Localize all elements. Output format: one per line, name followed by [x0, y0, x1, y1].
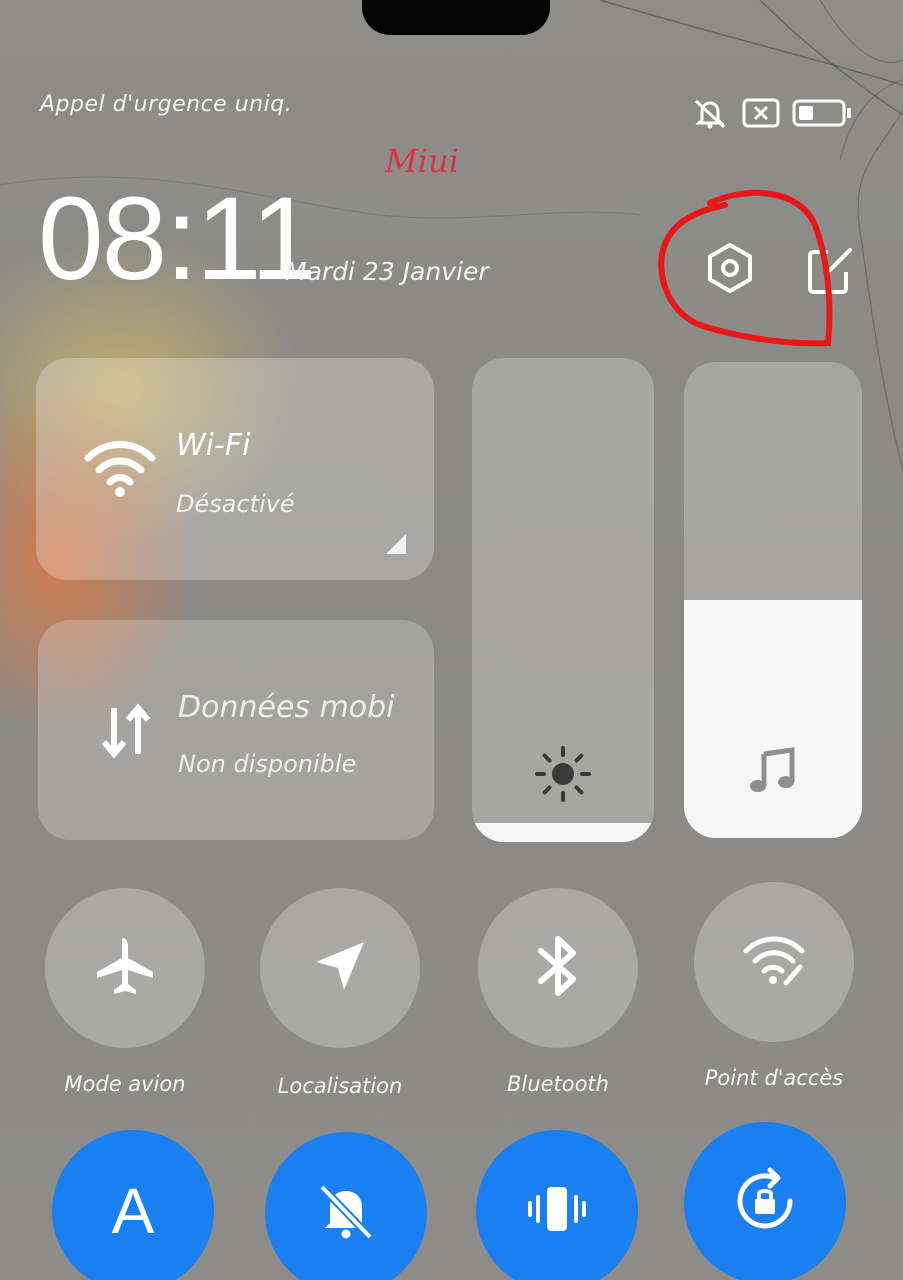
- bluetooth-icon: [533, 933, 583, 1003]
- rotation-lock-toggle[interactable]: [684, 1122, 846, 1280]
- brightness-slider[interactable]: [472, 358, 654, 842]
- volume-slider[interactable]: [684, 362, 862, 838]
- location-label: Localisation: [277, 1074, 403, 1098]
- vibrate-toggle[interactable]: [476, 1130, 638, 1280]
- expand-arrow-icon[interactable]: [386, 534, 406, 554]
- mute-icon: [690, 96, 730, 134]
- silent-mode-toggle[interactable]: [265, 1132, 427, 1280]
- data-arrows-icon: [96, 702, 168, 762]
- location-arrow-icon: [310, 936, 370, 1000]
- battery-icon: [792, 99, 852, 131]
- wifi-tile[interactable]: Wi-Fi Désactivé: [36, 358, 434, 580]
- wifi-status: Désactivé: [176, 490, 295, 518]
- location-toggle[interactable]: [260, 888, 420, 1048]
- bluetooth-label: Bluetooth: [507, 1072, 609, 1096]
- silent-bell-icon: [314, 1179, 378, 1247]
- airplane-mode-label: Mode avion: [64, 1072, 186, 1096]
- status-icons: [690, 98, 852, 132]
- hotspot-icon: [742, 933, 806, 991]
- hotspot-label: Point d'accès: [704, 1066, 844, 1090]
- date-label: Mardi 23 Janvier: [285, 257, 489, 286]
- rotation-lock-icon: [730, 1166, 800, 1240]
- control-center: Appel d'urgence uniq. Miui 08:11 Mardi 2…: [0, 0, 903, 1280]
- clock: 08:11: [38, 173, 317, 305]
- music-note-icon: [748, 746, 798, 800]
- carrier-text: Appel d'urgence uniq.: [40, 92, 293, 117]
- airplane-mode-toggle[interactable]: [45, 888, 205, 1048]
- vibrate-icon: [525, 1177, 589, 1245]
- mobile-data-tile[interactable]: Données mobi Non disponible: [38, 620, 434, 840]
- mobile-data-title: Données mobi: [178, 690, 395, 725]
- wifi-title: Wi-Fi: [176, 428, 251, 463]
- sun-icon: [533, 744, 593, 808]
- auto-brightness-toggle[interactable]: A: [52, 1130, 214, 1280]
- volume-fill: [684, 600, 862, 838]
- hotspot-toggle[interactable]: [694, 882, 854, 1042]
- camera-notch: [362, 0, 550, 35]
- airplane-icon: [93, 934, 157, 1002]
- bluetooth-toggle[interactable]: [478, 888, 638, 1048]
- edit-icon: [806, 244, 854, 300]
- auto-brightness-icon: A: [111, 1175, 155, 1247]
- brightness-fill: [472, 822, 654, 842]
- gear-icon: [704, 242, 756, 298]
- settings-button[interactable]: [700, 240, 760, 300]
- no-sim-icon: [742, 98, 780, 132]
- edit-button[interactable]: [802, 244, 858, 300]
- mobile-data-status: Non disponible: [178, 750, 357, 778]
- wifi-icon: [84, 438, 156, 498]
- watermark-text: Miui: [385, 142, 459, 180]
